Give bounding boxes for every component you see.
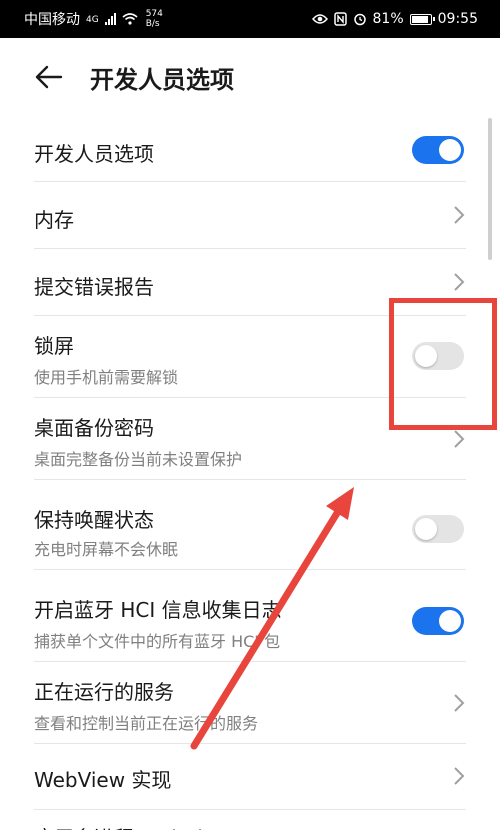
status-bar: 中国移动 4G 574 B/s 81% 09:55	[0, 0, 500, 38]
signal-icon	[104, 13, 116, 25]
annotation-highlight-box	[389, 298, 497, 430]
net-speed-unit: B/s	[145, 19, 160, 29]
chevron-right-icon	[454, 430, 465, 448]
network-type: 4G	[86, 15, 99, 25]
setting-label: 内存	[34, 208, 74, 232]
setting-label: 正在运行的服务	[34, 680, 174, 704]
nfc-icon	[333, 12, 347, 26]
setting-description: 查看和控制当前正在运行的服务	[34, 714, 259, 733]
app-header: 开发人员选项	[0, 38, 500, 118]
stay-awake-toggle[interactable]	[412, 515, 464, 543]
chevron-right-icon	[454, 206, 465, 224]
setting-memory[interactable]: 内存	[0, 182, 500, 249]
developer-options-toggle[interactable]	[412, 136, 464, 164]
net-speed-value: 574	[145, 9, 163, 19]
setting-running-services[interactable]: 正在运行的服务 查看和控制当前正在运行的服务	[0, 662, 500, 744]
carrier-name: 中国移动	[24, 12, 80, 28]
chevron-right-icon	[454, 767, 465, 785]
setting-description: 捕获单个文件中的所有蓝牙 HCI 包	[34, 632, 281, 651]
setting-stay-awake[interactable]: 保持唤醒状态 充电时屏幕不会休眠	[0, 480, 500, 570]
back-arrow-icon[interactable]	[34, 62, 64, 92]
setting-developer-options[interactable]: 开发人员选项	[0, 118, 500, 182]
setting-webview-implementation[interactable]: WebView 实现	[0, 744, 500, 810]
battery-percent: 81%	[372, 11, 404, 27]
chevron-right-icon	[454, 273, 465, 291]
setting-label: 提交错误报告	[34, 275, 154, 299]
scrollbar[interactable]	[488, 118, 492, 260]
setting-label: 应用多进程 WebView	[34, 822, 231, 830]
battery-icon	[409, 13, 435, 25]
alarm-icon	[353, 13, 366, 26]
wifi-icon	[122, 13, 138, 25]
setting-label: 开启蓝牙 HCI 信息收集日志	[34, 598, 282, 622]
setting-label: 锁屏	[34, 334, 74, 358]
clock: 09:55	[437, 11, 478, 27]
bluetooth-hci-log-toggle[interactable]	[412, 607, 464, 635]
setting-description: 充电时屏幕不会休眠	[34, 540, 179, 559]
setting-label: 开发人员选项	[34, 142, 154, 166]
setting-description: 桌面完整备份当前未设置保护	[34, 450, 243, 469]
setting-label: 保持唤醒状态	[34, 508, 154, 532]
chevron-right-icon	[454, 694, 465, 712]
setting-multiprocess-webview[interactable]: 应用多进程 WebView	[0, 810, 500, 830]
setting-label: WebView 实现	[34, 768, 172, 792]
setting-description: 使用手机前需要解锁	[34, 368, 179, 387]
eye-icon	[311, 14, 328, 24]
page-title: 开发人员选项	[90, 66, 234, 94]
setting-bluetooth-hci-log[interactable]: 开启蓝牙 HCI 信息收集日志 捕获单个文件中的所有蓝牙 HCI 包	[0, 570, 500, 662]
net-speed: 574 B/s	[146, 9, 163, 29]
setting-label: 桌面备份密码	[34, 416, 154, 440]
